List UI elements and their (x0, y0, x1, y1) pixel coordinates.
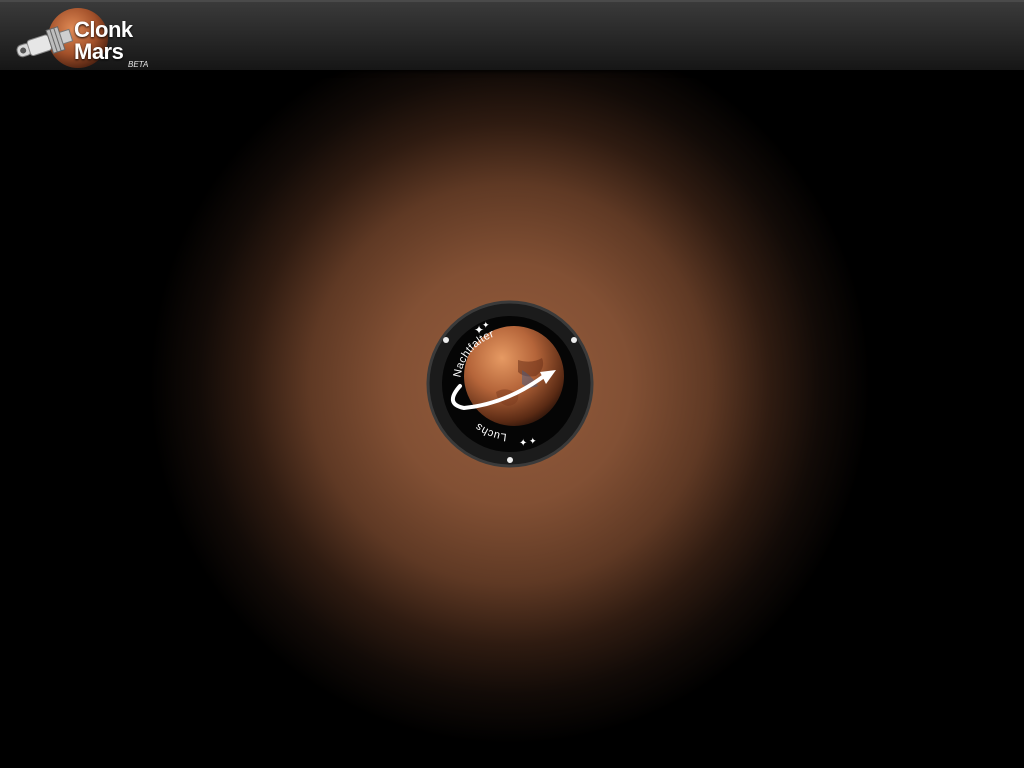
svg-text:✦: ✦ (519, 438, 527, 449)
intro-screen: Clonk Mars BETA ✦ ✦ ✦ ✦ Nachtfalter Luch… (0, 0, 1024, 768)
logo-title-line1: Clonk (74, 17, 133, 42)
clonk-mars-logo: Clonk Mars BETA (10, 6, 160, 70)
top-bar: Clonk Mars BETA (0, 0, 1024, 70)
mars-mission-patch-icon: ✦ ✦ ✦ ✦ Nachtfalter Luchs (426, 300, 594, 468)
mission-badge[interactable]: ✦ ✦ ✦ ✦ Nachtfalter Luchs (426, 300, 594, 468)
logo-title-line2: Mars (74, 39, 124, 64)
svg-text:✦: ✦ (529, 437, 537, 447)
beta-tag: BETA (128, 60, 149, 69)
